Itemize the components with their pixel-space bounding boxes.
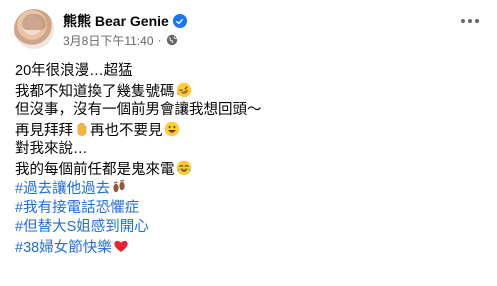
post-line: 我都不知道換了幾隻號碼	[15, 82, 487, 102]
meta-separator: ·	[157, 33, 162, 47]
post-timestamp[interactable]: 3月8日下午11:40	[63, 32, 154, 49]
author-name[interactable]: 熊熊 Bear Genie	[63, 11, 169, 31]
author-avatar[interactable]	[14, 9, 54, 49]
post-header: 熊熊 Bear Genie 3月8日下午11:40 ·	[14, 8, 483, 50]
post-line: 再見拜拜 再也不要見	[15, 121, 487, 141]
more-options-icon[interactable]	[457, 10, 483, 32]
post-line: 我的每個前任都是鬼來電	[15, 160, 487, 180]
author-row: 熊熊 Bear Genie	[63, 12, 187, 30]
post-body: 20年很浪漫…超猛 我都不知道換了幾隻號碼 但沒事，沒有一個前男會讓我想回頭～ …	[15, 62, 487, 257]
hashtag-link[interactable]: #我有接電話恐懼症	[15, 200, 139, 216]
verified-badge-icon	[172, 14, 187, 28]
hashtag-link[interactable]: #過去讓他過去	[15, 181, 110, 197]
hashtag-line: #我有接電話恐懼症	[15, 199, 487, 219]
globe-icon[interactable]	[166, 34, 178, 46]
hashtag-link[interactable]: #但替大S姐感到開心	[15, 219, 149, 235]
hashtag-link[interactable]: #38婦女節快樂	[15, 240, 112, 256]
grinning-emoji-icon	[164, 121, 180, 137]
post-line: 對我來說…	[15, 141, 88, 157]
red-heart-emoji-icon	[113, 238, 129, 254]
footprints-emoji-icon	[111, 179, 127, 195]
hashtag-line: #過去讓他過去	[15, 179, 487, 199]
hashtag-line: #38婦女節快樂	[15, 238, 487, 258]
post-meta: 3月8日下午11:40 ·	[63, 32, 178, 48]
post-line: 但沒事，沒有一個前男會讓我想回頭～	[15, 102, 262, 118]
hashtag-line: #但替大S姐感到開心	[15, 218, 487, 238]
grinning-emoji-icon	[176, 160, 192, 176]
waving-hand-emoji-icon	[74, 121, 90, 137]
post-line: 20年很浪漫…超猛	[15, 63, 133, 79]
rofl-emoji-icon	[176, 82, 192, 98]
